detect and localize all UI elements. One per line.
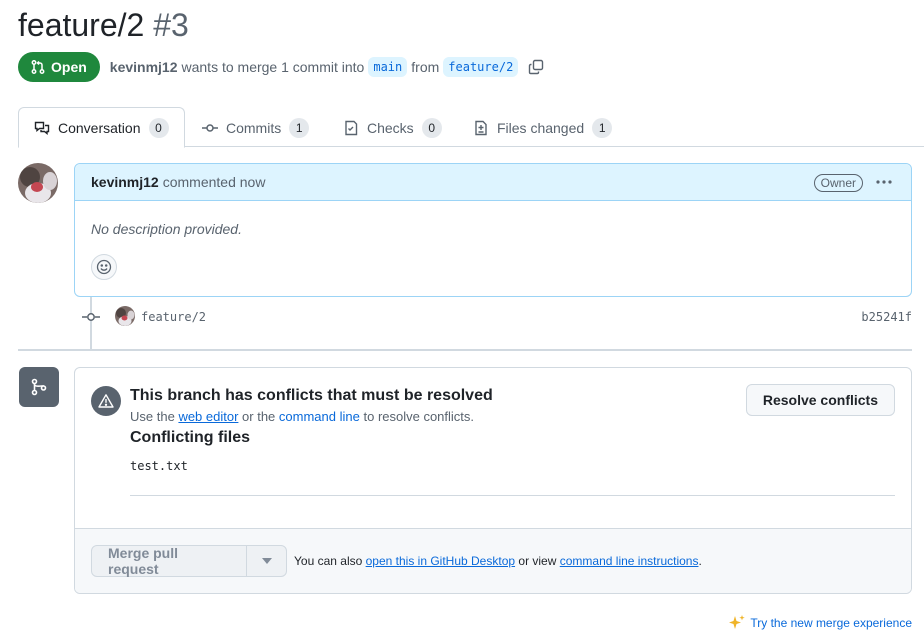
- conflict-sub-text: to resolve conflicts.: [363, 409, 475, 424]
- tab-label: Commits: [226, 119, 282, 136]
- comment-discussion-icon: [34, 120, 50, 136]
- smiley-icon: [96, 259, 112, 275]
- open-github-desktop-link[interactable]: open this in GitHub Desktop: [366, 554, 515, 568]
- pr-description-comment: kevinmj12 commented now Owner No descrip…: [74, 163, 912, 297]
- kebab-horizontal-icon: [875, 174, 893, 190]
- comment-body: No description provided.: [91, 221, 242, 237]
- copy-branch-button[interactable]: [528, 59, 544, 75]
- divider: [130, 495, 895, 496]
- tab-counter: 0: [148, 117, 169, 138]
- pr-state-label: Open: [51, 59, 87, 75]
- pr-summary: kevinmj12 wants to merge 1 commit into m…: [110, 57, 545, 77]
- commit-message-link[interactable]: feature/2: [141, 310, 206, 324]
- merge-pull-request-button[interactable]: Merge pull request: [92, 545, 247, 577]
- try-new-merge-link[interactable]: Try the new merge experience: [728, 614, 912, 632]
- conflicting-file: test.txt: [130, 459, 188, 473]
- merge-footer: Merge pull request You can also open thi…: [75, 528, 911, 593]
- comment-timestamp[interactable]: commented now: [163, 174, 266, 190]
- git-branch-icon: [29, 377, 49, 397]
- tab-counter: 0: [421, 117, 442, 138]
- tab-commits[interactable]: Commits 1: [202, 107, 310, 148]
- tab-label: Conversation: [58, 119, 141, 136]
- pr-meta: Open kevinmj12 wants to merge 1 commit i…: [18, 52, 544, 82]
- tab-label: Checks: [367, 119, 414, 136]
- web-editor-link[interactable]: web editor: [178, 409, 238, 424]
- conflict-title: This branch has conflicts that must be r…: [130, 387, 493, 404]
- add-reaction-button[interactable]: [91, 254, 117, 280]
- pr-number: #3: [153, 7, 189, 43]
- pr-state-badge: Open: [18, 52, 100, 82]
- head-branch-label[interactable]: feature/2: [443, 57, 519, 77]
- tab-counter: 1: [592, 117, 613, 138]
- tab-label: Files changed: [497, 119, 585, 136]
- command-line-instructions-link[interactable]: command line instructions: [560, 554, 699, 568]
- merge-method-dropdown[interactable]: [247, 546, 286, 576]
- conflict-subtitle: Use the web editor or the command line t…: [130, 409, 474, 424]
- footer-text: .: [698, 554, 702, 568]
- owner-label: Owner: [813, 174, 863, 192]
- conflicting-files-title: Conflicting files: [130, 429, 250, 446]
- git-commit-icon: [82, 309, 100, 325]
- comment-header: kevinmj12 commented now Owner: [75, 164, 911, 201]
- pr-title: feature/2 #3: [18, 4, 189, 46]
- tab-checks[interactable]: Checks 0: [343, 107, 442, 148]
- merge-box: This branch has conflicts that must be r…: [74, 367, 912, 594]
- try-new-merge-text: Try the new merge experience: [750, 616, 912, 630]
- base-branch-label[interactable]: main: [368, 57, 408, 77]
- footer-text: or view: [518, 554, 557, 568]
- tab-files-changed[interactable]: Files changed 1: [473, 107, 613, 148]
- git-commit-icon: [202, 120, 218, 136]
- comment-author-link[interactable]: kevinmj12: [91, 174, 159, 190]
- timeline-break: [18, 349, 912, 351]
- pr-author-link[interactable]: kevinmj12: [110, 59, 178, 75]
- git-pull-request-icon: [30, 59, 46, 75]
- checklist-icon: [343, 120, 359, 136]
- from-text: from: [411, 59, 440, 75]
- triangle-down-icon: [261, 558, 272, 564]
- pr-title-text: feature/2: [18, 7, 145, 43]
- alert-icon: [91, 386, 121, 416]
- merge-status-icon-box: [19, 367, 59, 407]
- merge-footer-text: You can also open this in GitHub Desktop…: [294, 554, 702, 568]
- commit-author-avatar[interactable]: [115, 306, 135, 326]
- pr-summary-text: wants to merge 1 commit into: [181, 59, 365, 75]
- tab-conversation[interactable]: Conversation 0: [18, 107, 185, 148]
- command-line-link[interactable]: command line: [279, 409, 360, 424]
- conflict-sub-text: Use the: [130, 409, 175, 424]
- tab-counter: 1: [289, 117, 310, 138]
- file-diff-icon: [473, 120, 489, 136]
- comment-options-button[interactable]: [875, 174, 893, 190]
- copy-icon: [528, 59, 544, 75]
- footer-text: You can also: [294, 554, 363, 568]
- resolve-conflicts-button[interactable]: Resolve conflicts: [745, 384, 895, 416]
- commit-sha-link[interactable]: b25241f: [861, 310, 912, 324]
- avatar[interactable]: [18, 163, 58, 203]
- sparkle-icon: [728, 614, 746, 632]
- conflict-sub-text: or the: [242, 409, 276, 424]
- pr-tabs: Conversation 0 Commits 1 Checks 0 Files …: [18, 107, 924, 148]
- merge-button-group: Merge pull request: [91, 545, 287, 577]
